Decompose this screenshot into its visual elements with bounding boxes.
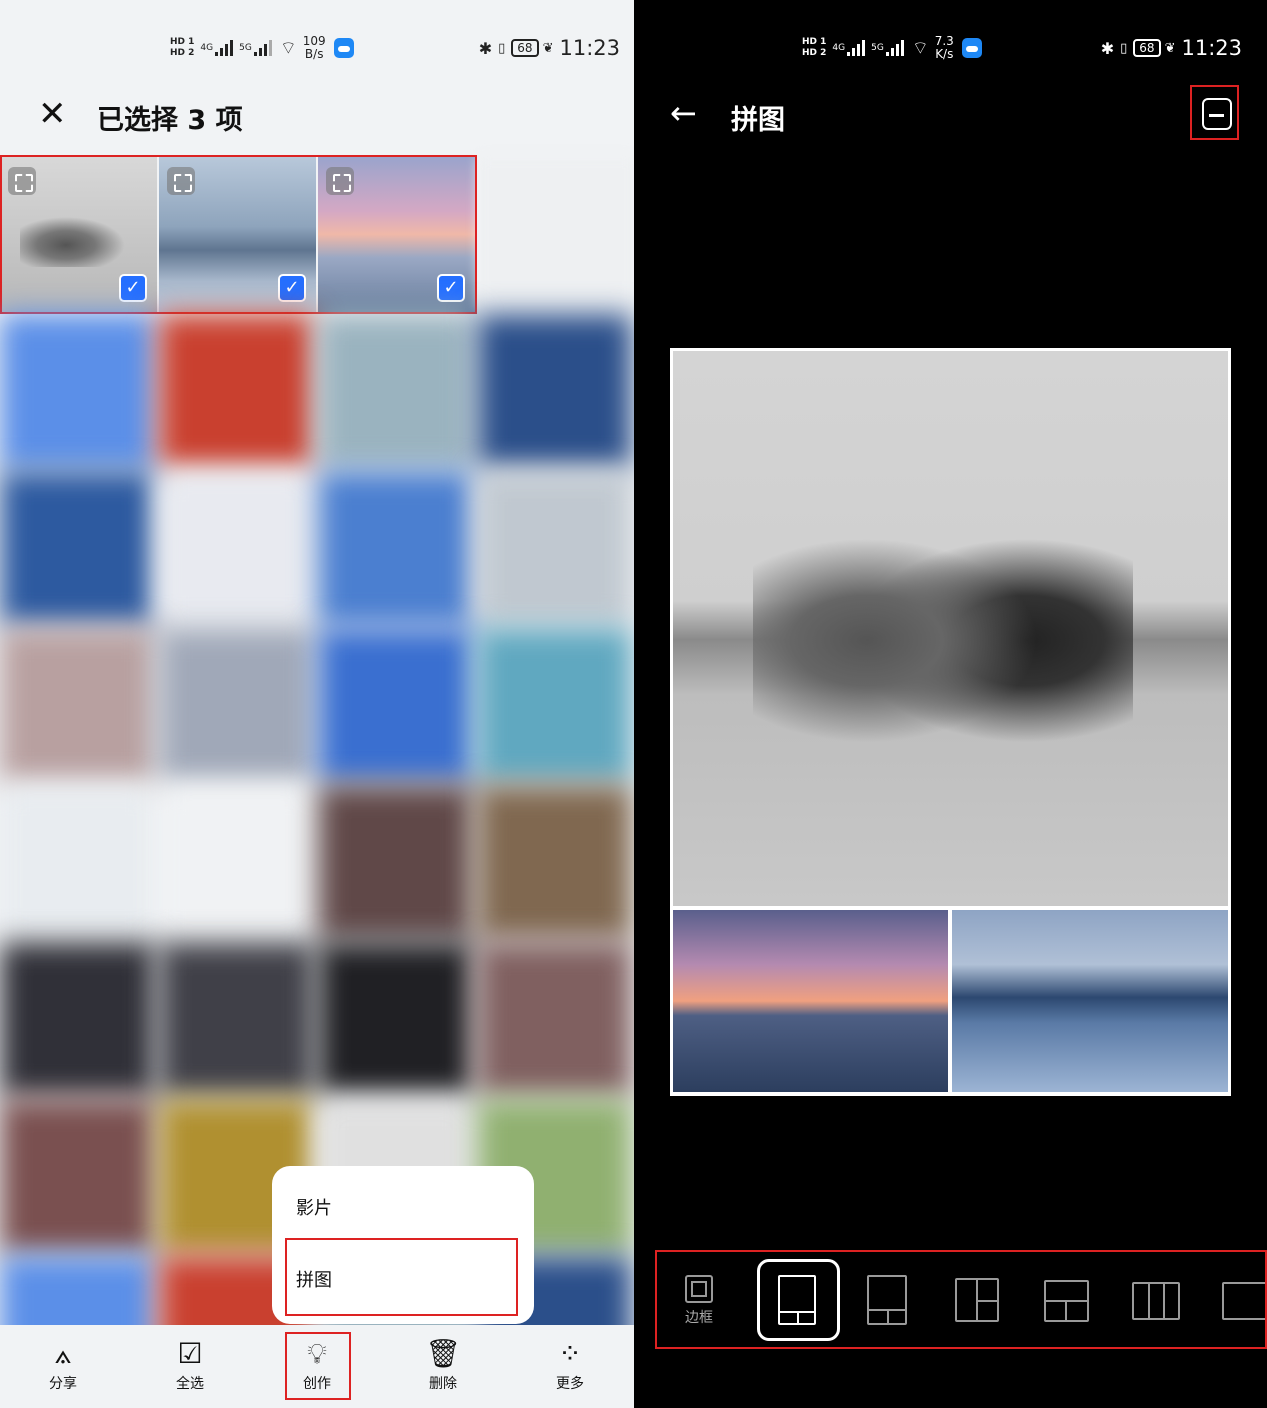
- photo-thumbnail[interactable]: [0, 314, 155, 469]
- select-all-button[interactable]: ☑ 全选: [145, 1335, 235, 1393]
- photo-thumbnail[interactable]: [159, 785, 314, 940]
- vibrate-icon: ▯: [498, 40, 506, 56]
- collage-cell-city[interactable]: [952, 910, 1228, 1092]
- photo-thumbnail[interactable]: [0, 628, 155, 783]
- photo-thumbnail[interactable]: [0, 1099, 155, 1254]
- photo-thumbnail[interactable]: [0, 785, 155, 940]
- collage-editor-screen: HD 1 HD 2 4G 5G ⌔ 7.3 K/s ✱ ▯ 68 ❦ 11:23 ←…: [634, 0, 1267, 1408]
- page-title: 已选择 3 项: [97, 105, 243, 136]
- net-speed-unit: K/s: [935, 47, 954, 61]
- photo-thumbnail[interactable]: [318, 942, 473, 1097]
- share-button[interactable]: ⟑ 分享: [18, 1335, 108, 1393]
- signal-icon: [253, 40, 272, 56]
- sim2-label: HD 2: [802, 48, 827, 58]
- bluetooth-icon: ✱: [478, 38, 493, 58]
- weather-icon: [333, 38, 354, 58]
- photo-thumbnail[interactable]: [477, 785, 632, 940]
- clock: 11:23: [1181, 36, 1242, 60]
- bluetooth-icon: ✱: [1100, 38, 1115, 58]
- share-label: 分享: [49, 1376, 77, 1392]
- trash-icon: 🗑︎: [425, 1337, 461, 1370]
- more-button[interactable]: ⁘ 更多: [525, 1335, 615, 1393]
- sim1-label: HD 1: [170, 37, 195, 47]
- collage-preview[interactable]: [670, 348, 1231, 1096]
- vibrate-icon: ▯: [1120, 40, 1128, 56]
- photo-thumbnail[interactable]: [159, 314, 314, 469]
- photo-thumbnail[interactable]: [477, 314, 632, 469]
- wifi-icon: ⌔: [279, 37, 297, 59]
- clock: 11:23: [559, 36, 620, 60]
- signal-icon: [847, 40, 866, 56]
- wifi-icon: ⌔: [911, 37, 929, 59]
- leaf-icon: ❦: [1164, 40, 1176, 56]
- select-all-label: 全选: [176, 1376, 204, 1392]
- photo-thumbnail[interactable]: [159, 942, 314, 1097]
- highlight-layout-bar: [655, 1250, 1267, 1349]
- photo-thumbnail[interactable]: [477, 471, 632, 626]
- signal-icon: [885, 40, 904, 56]
- select-all-icon: ☑: [177, 1337, 203, 1370]
- status-bar: HD 1 HD 2 4G 5G ⌔ 7.3 K/s ✱ ▯ 68 ❦ 11:23: [802, 28, 1242, 68]
- close-icon[interactable]: ✕: [38, 96, 67, 132]
- battery-icon: 68: [1133, 39, 1161, 57]
- more-icon: ⁘: [558, 1337, 582, 1370]
- photo-thumbnail[interactable]: [477, 942, 632, 1097]
- sim1-label: HD 1: [802, 37, 827, 47]
- photo-thumbnail[interactable]: [318, 785, 473, 940]
- network-5g: 5G: [239, 43, 252, 53]
- photo-thumbnail[interactable]: [478, 157, 634, 312]
- collage-cell-sunset[interactable]: [673, 910, 948, 1092]
- status-bar: HD 1 HD 2 4G 5G ⌔ 109 B/s ✱ ▯ 68 ❦ 11:23: [170, 28, 620, 68]
- photo-thumbnail[interactable]: [0, 942, 155, 1097]
- photo-thumbnail[interactable]: [318, 628, 473, 783]
- signal-icon: [215, 40, 234, 56]
- net-speed-unit: B/s: [304, 47, 324, 61]
- network-4g: 4G: [200, 43, 214, 53]
- highlight-save: [1190, 85, 1239, 140]
- photo-thumbnail[interactable]: [159, 628, 314, 783]
- delete-label: 删除: [429, 1376, 457, 1392]
- highlight-collage: [285, 1238, 518, 1316]
- leaf-icon: ❦: [542, 40, 554, 56]
- gallery-selection-screen: HD 1 HD 2 4G 5G ⌔ 109 B/s ✱ ▯ 68 ❦ 11:23 ✕…: [0, 0, 634, 1408]
- collage-cell-horses[interactable]: [673, 351, 1228, 906]
- photo-thumbnail[interactable]: [477, 628, 632, 783]
- photo-thumbnail[interactable]: [0, 471, 155, 626]
- network-4g: 4G: [832, 43, 846, 53]
- horses-image: [753, 481, 1133, 771]
- menu-item-movie[interactable]: 影片: [296, 1194, 332, 1220]
- sim2-label: HD 2: [170, 48, 195, 58]
- photo-thumbnail[interactable]: [159, 471, 314, 626]
- highlight-create: [285, 1332, 351, 1400]
- weather-icon: [961, 38, 982, 58]
- photo-thumbnail[interactable]: [318, 471, 473, 626]
- photo-thumbnail[interactable]: [318, 314, 473, 469]
- back-arrow-icon[interactable]: ←: [670, 94, 697, 132]
- battery-icon: 68: [511, 39, 539, 57]
- highlight-selected: [0, 155, 477, 314]
- page-title: 拼图: [731, 105, 785, 136]
- delete-button[interactable]: 🗑︎ 删除: [398, 1335, 488, 1393]
- share-icon: ⟑: [54, 1337, 72, 1370]
- network-5g: 5G: [871, 43, 884, 53]
- more-label: 更多: [556, 1376, 584, 1392]
